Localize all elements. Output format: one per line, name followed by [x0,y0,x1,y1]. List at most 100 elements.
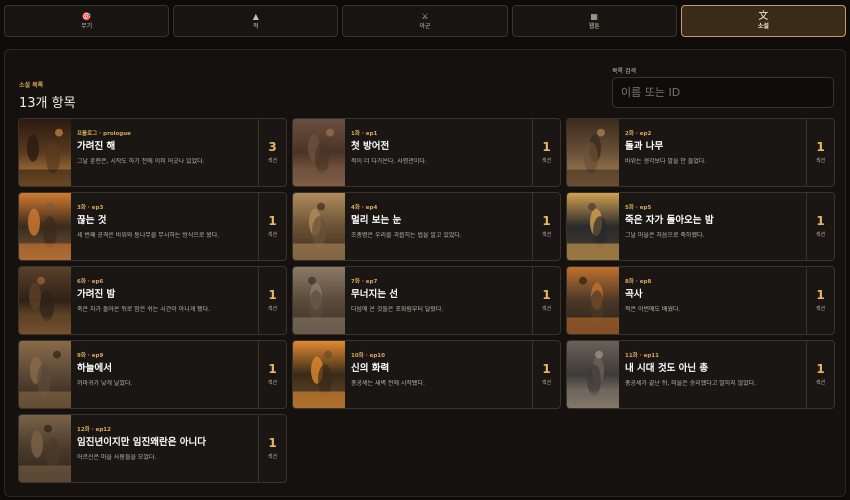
episode-info: 11화 · ep11 내 시대 것도 아닌 총 총공세가 끝난 뒤, 마을은 승리했… [619,341,806,408]
episode-title: 가려진 밤 [77,289,116,300]
episode-title: 돌과 나무 [625,141,664,152]
episode-info: 프롤로그 · prologue 가려진 해그날 훈련은, 시작도 하기 전에 이미… [71,119,258,186]
episode-card[interactable]: 6화 · ep6 가려진 밤 죽은 자가 돌아온 뒤로 밤은 쉬는 시간이 아니게 … [18,266,287,335]
section-count: 1 섹션 [258,415,286,482]
section-count-number: 3 [268,140,277,154]
section-count: 1 섹션 [258,267,286,334]
text-icon: 文 [758,10,769,22]
section-count-number: 1 [816,288,825,302]
episode-card[interactable]: 12화 · ep12 임진년이지만 임진왜란은 아니다어르신은 마을 사람들을 모… [18,414,287,483]
section-count-number: 1 [542,214,551,228]
episode-title: 첫 방어전 [351,141,390,152]
section-label: 소설 목록 [19,82,44,89]
tab-3[interactable]: ▦ 웹툰 [511,5,677,37]
tab-0[interactable]: 🎯 무기 [4,5,170,37]
helmet-icon: ▲ [252,11,259,21]
episode-description: 적이 더 다가온다. 사령관이다. [351,158,427,165]
section-count: 1 섹션 [258,193,286,260]
episode-title: 죽은 자가 돌아오는 밤 [625,215,714,226]
tab-label: 아군 [419,22,431,30]
episode-thumbnail [19,341,71,408]
section-count-unit: 섹션 [815,306,826,312]
episode-info: 9화 · ep9 하늘에서까마귀가 낮게 날았다. [71,341,258,408]
episode-number: 12화 · ep12 [77,427,111,433]
episode-info: 2화 · ep2 돌과 나무 바위는 생각보다 말을 안 들었다. [619,119,806,186]
episode-card[interactable]: 3화 · ep3 끊는 것세 번째 공격은 바위와 통나무를 무시하는 방식으로 … [18,192,287,261]
episode-info: 5화 · ep5 죽은 자가 돌아오는 밤 그날 마을은 처음으로 축하했다. [619,193,806,260]
episode-number: 2화 · ep2 [625,131,652,137]
episode-title: 곡사 [625,289,643,300]
section-count-unit: 섹션 [815,158,826,164]
episode-card[interactable]: 4화 · ep4 멀리 보는 눈 조총병은 우리를 괴롭히는 법을 알고 있었다. 1… [292,192,561,261]
section-count: 1 섹션 [532,119,560,186]
section-count-number: 1 [268,362,277,376]
episode-thumbnail [293,193,345,260]
section-count-unit: 섹션 [541,232,552,238]
episode-number: 9화 · ep9 [77,353,104,359]
episode-number: 프롤로그 · prologue [77,131,131,137]
section-count-unit: 섹션 [541,306,552,312]
episode-number: 8화 · ep8 [625,279,652,285]
episode-card[interactable]: 10화 · ep10 신의 화력 총공세는 새벽 전에 시작됐다. 1 섹션 [292,340,561,409]
tab-4[interactable]: 文 소설 [680,5,847,37]
category-tabs: 🎯 무기 ▲ 적 ⚔ 아군 ▦ 웹툰 文 소설 [4,5,847,37]
episode-card[interactable]: 5화 · ep5 죽은 자가 돌아오는 밤 그날 마을은 처음으로 축하했다. 1 섹션 [566,192,835,261]
episode-description: 그날 훈련은, 시작도 하기 전에 이미 어긋나 있었다. [77,158,205,165]
episode-thumbnail [567,119,619,186]
tab-label: 무기 [81,22,93,30]
section-count: 1 섹션 [532,193,560,260]
episode-description: 어르신은 마을 사람들을 모았다. [77,454,157,461]
item-count-title: 13개 항목 [19,96,76,111]
section-count-number: 1 [542,140,551,154]
episode-title: 임진년이지만 임진왜란은 아니다 [77,437,206,448]
episode-thumbnail [293,119,345,186]
episode-title: 가려진 해 [77,141,116,152]
section-count-number: 1 [816,214,825,228]
search-label: 목록 검색 [612,68,636,75]
section-count-unit: 섹션 [815,380,826,386]
episode-title: 신의 화력 [351,363,390,374]
episode-thumbnail [293,341,345,408]
episode-card[interactable]: 9화 · ep9 하늘에서 까마귀가 낮게 날았다. 1 섹션 [18,340,287,409]
section-count: 1 섹션 [806,341,834,408]
episode-title: 무너지는 선 [351,289,399,300]
episode-number: 11화 · ep11 [625,353,659,359]
section-count: 3 섹션 [258,119,286,186]
tab-2[interactable]: ⚔ 아군 [342,5,508,37]
episode-info: 8화 · ep8 곡사 적은 이번에도 배웠다. [619,267,806,334]
section-count-unit: 섹션 [267,158,278,164]
episode-info: 3화 · ep3 끊는 것세 번째 공격은 바위와 통나무를 무시하는 방식으로 … [71,193,258,260]
episode-card[interactable]: 프롤로그 · prologue 가려진 해그날 훈련은, 시작도 하기 전에 이미… [18,118,287,187]
episode-description: 총공세는 새벽 전에 시작됐다. [351,380,425,387]
episode-card[interactable]: 8화 · ep8 곡사 적은 이번에도 배웠다. 1 섹션 [566,266,835,335]
episode-info: 6화 · ep6 가려진 밤 죽은 자가 돌아온 뒤로 밤은 쉬는 시간이 아니게 … [71,267,258,334]
episode-card[interactable]: 1화 · ep1 첫 방어전적이 더 다가온다. 사령관이다. 1 섹션 [292,118,561,187]
episode-description: 죽은 자가 돌아온 뒤로 밤은 쉬는 시간이 아니게 됐다. [77,306,211,313]
episode-info: 10화 · ep10 신의 화력 총공세는 새벽 전에 시작됐다. [345,341,532,408]
episode-description: 까마귀가 낮게 날았다. [77,380,133,387]
section-count: 1 섹션 [532,267,560,334]
episode-description: 다음에 온 것들은 포화림부터 달랐다. [351,306,444,313]
episode-title: 멀리 보는 눈 [351,215,402,226]
section-count-unit: 섹션 [815,232,826,238]
crossed-swords-icon: ⚔ [421,11,429,21]
episode-card[interactable]: 11화 · ep11 내 시대 것도 아닌 총 총공세가 끝난 뒤, 마을은 승리했… [566,340,835,409]
episode-title: 하늘에서 [77,363,112,374]
episode-number: 3화 · ep3 [77,205,104,211]
section-count-number: 1 [816,140,825,154]
section-count-number: 1 [268,214,277,228]
episode-thumbnail [567,341,619,408]
episode-info: 7화 · ep7 무너지는 선 다음에 온 것들은 포화림부터 달랐다. [345,267,532,334]
search-input[interactable] [612,77,834,108]
episode-grid: 프롤로그 · prologue 가려진 해그날 훈련은, 시작도 하기 전에 이미… [18,118,835,483]
episode-card[interactable]: 2화 · ep2 돌과 나무 바위는 생각보다 말을 안 들었다. 1 섹션 [566,118,835,187]
tab-1[interactable]: ▲ 적 [173,5,339,37]
section-count-unit: 섹션 [541,380,552,386]
episode-number: 1화 · ep1 [351,131,378,137]
tab-label: 소설 [757,22,769,30]
episode-number: 4화 · ep4 [351,205,378,211]
episode-title: 끊는 것 [77,215,107,226]
section-count-unit: 섹션 [267,306,278,312]
episode-card[interactable]: 7화 · ep7 무너지는 선 다음에 온 것들은 포화림부터 달랐다. 1 섹션 [292,266,561,335]
episode-description: 세 번째 공격은 바위와 통나무를 무시하는 방식으로 왔다. [77,232,220,239]
